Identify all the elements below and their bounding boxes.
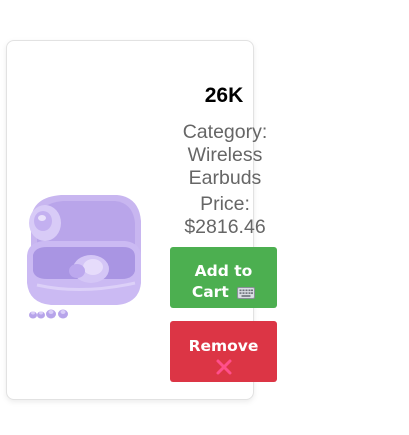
stock-count: 26K: [204, 84, 244, 107]
remove-button[interactable]: Remove: [170, 321, 277, 382]
product-category: Category: Wireless Earbuds: [182, 121, 268, 189]
keyboard-icon: [237, 287, 256, 299]
cross-mark-icon: [216, 359, 231, 375]
product-image: [27, 195, 141, 319]
product-price: Price: $2816.46: [184, 193, 266, 238]
remove-label: Remove: [188, 337, 259, 355]
add-to-cart-button[interactable]: Add to Cart: [170, 247, 277, 308]
